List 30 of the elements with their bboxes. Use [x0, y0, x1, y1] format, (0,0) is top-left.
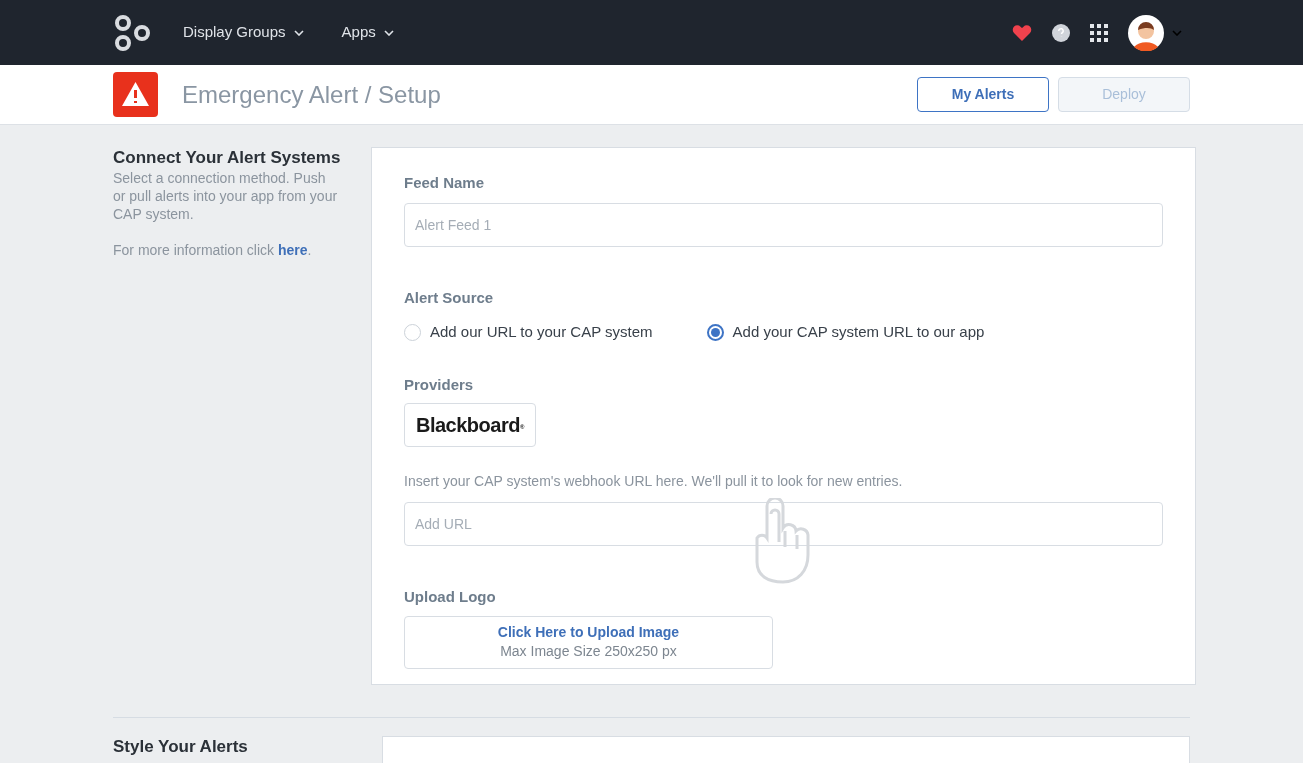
apps-grid-icon[interactable] — [1090, 23, 1108, 42]
help-icon[interactable] — [1052, 23, 1070, 42]
info-text: For more information click here. — [113, 241, 313, 260]
webhook-hint: Insert your CAP system's webhook URL here. We'll pull it to look for new entries. — [404, 472, 904, 491]
chevron-down-icon — [383, 29, 394, 36]
radio-button[interactable] — [706, 323, 724, 341]
radio-option[interactable]: Add your CAP system URL to our app — [706, 321, 985, 344]
section-title: Style Your Alerts — [113, 736, 249, 758]
radio-option[interactable]: Add our URL to your CAP system — [404, 321, 653, 344]
provider-logo-button[interactable]: Blackboard$^{®}$ — [404, 403, 536, 447]
avatar-icon[interactable] — [1128, 14, 1164, 51]
url-field[interactable]: Add URL — [404, 502, 1163, 546]
field-label: Feed Name — [404, 173, 486, 193]
page-title: Emergency Alert / Setup — [182, 79, 441, 110]
heart-icon[interactable] — [1012, 23, 1032, 42]
header-button[interactable]: My Alerts — [917, 77, 1049, 112]
feed-name-field[interactable]: Alert Feed 1 — [404, 202, 1163, 247]
nav-menu[interactable]: Apps — [341, 21, 394, 44]
upload-image-button[interactable]: Click Here to Upload Image Max Image Size 250x250 px — [404, 615, 773, 669]
field-label: Providers — [404, 374, 475, 395]
logo-icon[interactable] — [113, 12, 153, 53]
chevron-down-icon — [1172, 29, 1182, 36]
section-description: Select a connection method. Push or pull alerts into your app from your CAP system. — [113, 169, 339, 223]
warning-icon — [113, 72, 158, 117]
field-label: Upload Logo — [404, 587, 497, 607]
section-title: Connect Your Alert Systems — [113, 147, 341, 169]
chevron-down-icon — [293, 29, 304, 36]
info-link[interactable]: here — [277, 242, 308, 258]
field-label: Alert Source — [404, 287, 495, 308]
nav-menu[interactable]: Display Groups — [183, 21, 304, 44]
